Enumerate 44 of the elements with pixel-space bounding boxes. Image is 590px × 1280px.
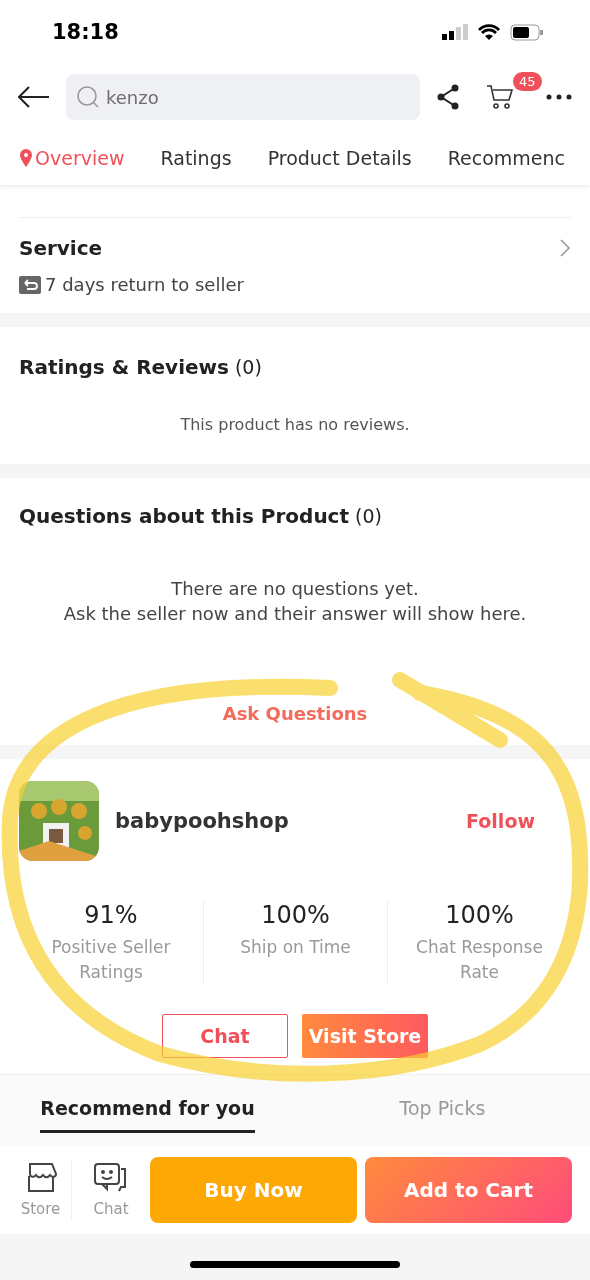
section-tab[interactable]: Overview bbox=[20, 146, 125, 169]
chevron-right-icon bbox=[559, 238, 571, 258]
add-to-cart-button[interactable]: Add to Cart bbox=[365, 1157, 572, 1224]
return-icon bbox=[19, 274, 41, 295]
clock-time: 18:18 bbox=[52, 20, 119, 44]
follow-button[interactable]: Follow bbox=[460, 809, 541, 833]
empty-message: Ask the seller now and their answer will show here. bbox=[63, 603, 527, 624]
back-button[interactable] bbox=[18, 86, 50, 108]
search-field[interactable]: kenzo bbox=[66, 74, 420, 120]
section-title: Questions about this Product bbox=[19, 504, 350, 528]
chat-button[interactable]: Chat bbox=[162, 1014, 288, 1059]
stat-value: 100% bbox=[261, 901, 330, 929]
service-text: 7 days return to seller bbox=[45, 274, 244, 295]
signal-icon bbox=[442, 24, 468, 40]
ask-questions-button[interactable]: Ask Questions bbox=[216, 702, 374, 725]
location-pin-icon bbox=[20, 148, 32, 167]
section-title: Service bbox=[19, 236, 103, 260]
section-tab[interactable]: Recommenc bbox=[447, 146, 565, 169]
cart-count-badge: 45 bbox=[513, 72, 542, 91]
stat-label: Positive Seller Ratings bbox=[50, 936, 172, 984]
buy-now-button[interactable]: Buy Now bbox=[150, 1157, 357, 1224]
empty-message: This product has no reviews. bbox=[179, 415, 411, 434]
stat-value: 91% bbox=[84, 901, 138, 929]
section-tab[interactable]: Ratings bbox=[160, 146, 232, 169]
cart-button[interactable] bbox=[486, 84, 514, 110]
stat-label: Ship on Time bbox=[239, 936, 352, 959]
share-button[interactable] bbox=[436, 84, 460, 110]
visit-store-button[interactable]: Visit Store bbox=[302, 1014, 428, 1059]
review-count: (0) bbox=[234, 356, 262, 378]
chat-button[interactable]: Chat bbox=[80, 1161, 142, 1220]
recommend-tab[interactable]: Recommend for you bbox=[40, 1085, 255, 1134]
recommend-tab[interactable]: Top Picks bbox=[399, 1085, 486, 1134]
empty-message: There are no questions yet. bbox=[171, 578, 419, 599]
more-button[interactable] bbox=[546, 94, 572, 100]
wifi-icon bbox=[478, 24, 500, 40]
store-button[interactable]: Store bbox=[10, 1161, 72, 1220]
section-title: Ratings & Reviews bbox=[19, 355, 229, 379]
shop-name: babypoohshop bbox=[115, 809, 290, 833]
question-count: (0) bbox=[355, 505, 382, 527]
stat-value: 100% bbox=[445, 901, 514, 929]
section-tab[interactable]: Product Details bbox=[267, 146, 412, 169]
search-icon bbox=[76, 85, 100, 109]
stat-label: Chat Response Rate bbox=[415, 936, 544, 984]
battery-icon bbox=[510, 23, 544, 41]
